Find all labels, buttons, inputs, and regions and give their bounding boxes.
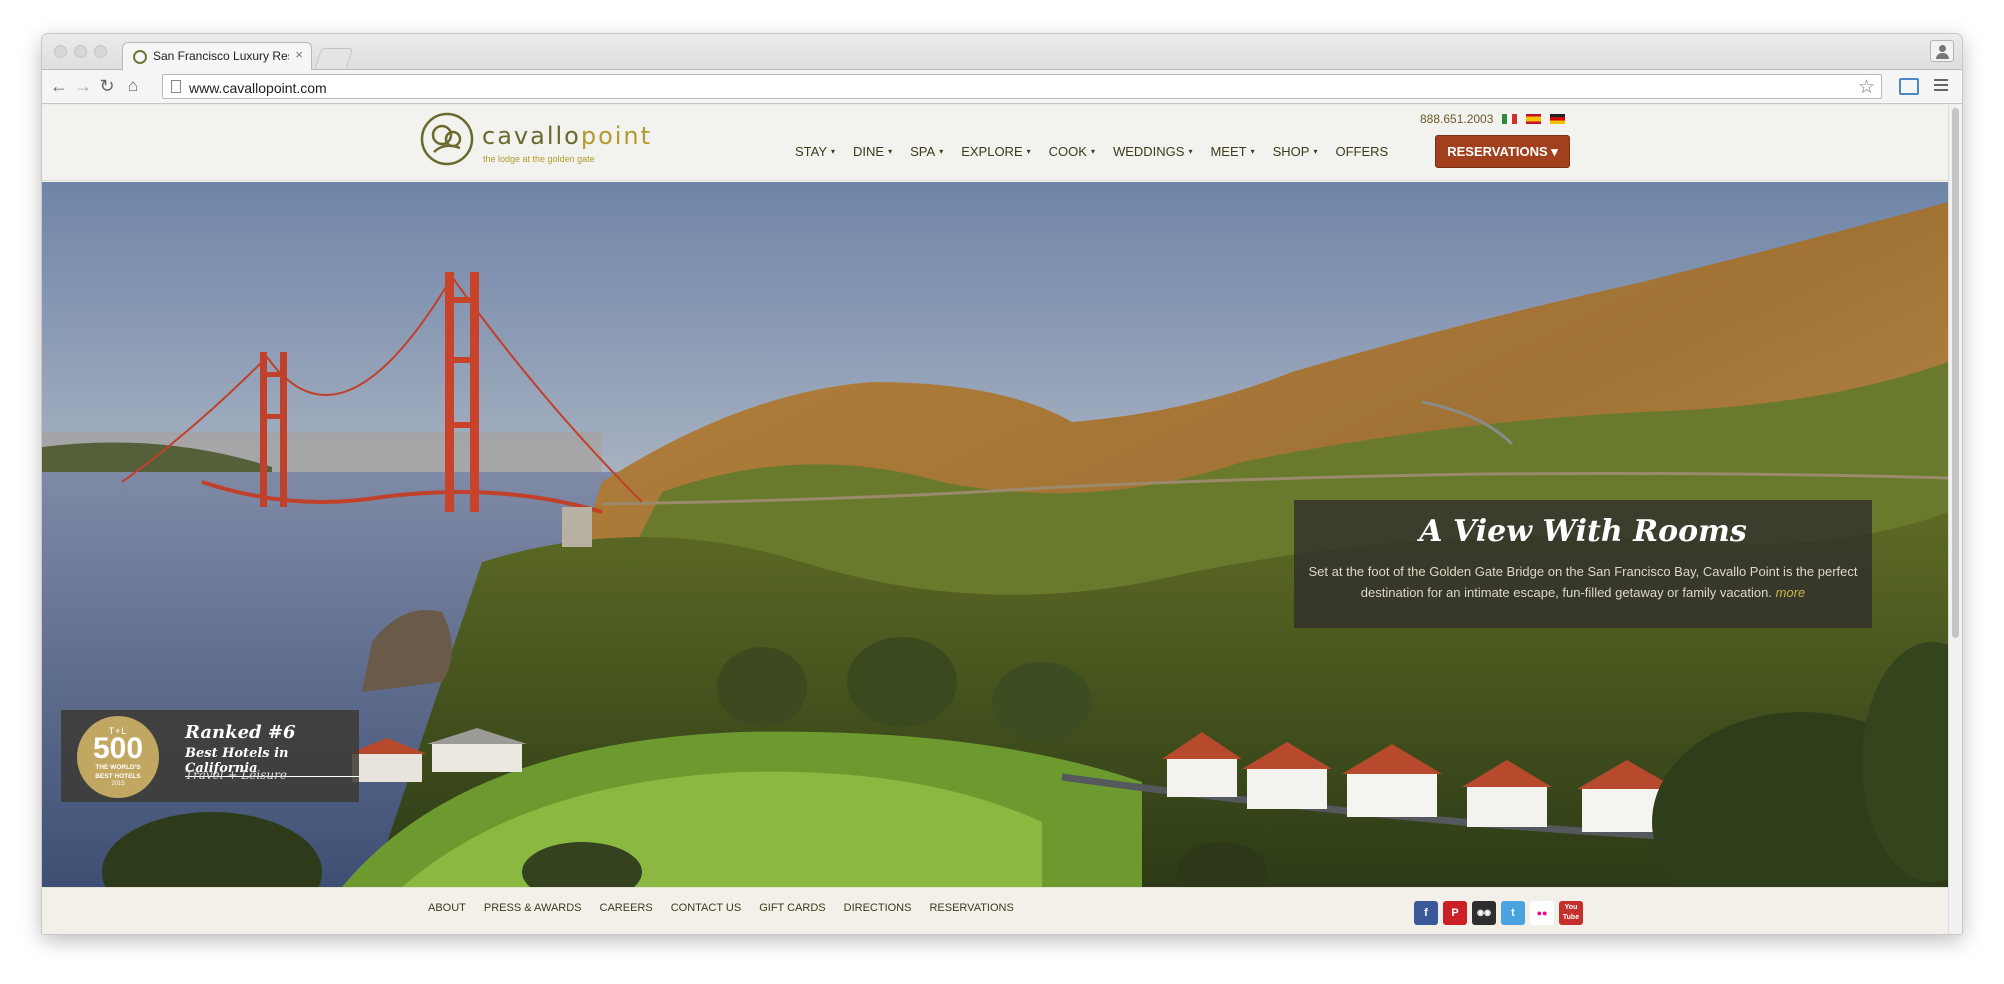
home-icon[interactable]: ⌂ xyxy=(122,75,144,97)
nav-meet[interactable]: MEET ▾ xyxy=(1210,144,1254,159)
flickr-icon[interactable]: ●● xyxy=(1530,901,1554,925)
new-tab-button[interactable] xyxy=(314,48,354,68)
scrollbar-thumb[interactable] xyxy=(1952,108,1959,638)
browser-window: San Francisco Luxury Reso × ← → ↻ ⌂ www.… xyxy=(42,34,1962,934)
close-window-icon[interactable] xyxy=(54,45,67,58)
nav-explore[interactable]: EXPLORE ▾ xyxy=(961,144,1030,159)
site-header: cavallopoint the lodge at the golden gat… xyxy=(42,105,1948,181)
caption-more-link[interactable]: more xyxy=(1776,585,1806,600)
footer-link-gift-cards[interactable]: GIFT CARDS xyxy=(759,902,825,914)
youtube-icon[interactable]: You Tube xyxy=(1559,901,1583,925)
tripadvisor-icon[interactable]: ◉◉ xyxy=(1472,901,1496,925)
twitter-icon[interactable]: t xyxy=(1501,901,1525,925)
nav-offers[interactable]: OFFERS xyxy=(1335,144,1388,159)
footer-link-directions[interactable]: DIRECTIONS xyxy=(844,902,912,914)
nav-cook[interactable]: COOK ▾ xyxy=(1049,144,1095,159)
flag-germany-icon[interactable] xyxy=(1550,114,1565,124)
url-text: www.cavallopoint.com xyxy=(189,80,327,96)
page-icon xyxy=(171,80,181,93)
logo-tagline: the lodge at the golden gate xyxy=(483,154,595,164)
caret-down-icon: ▾ xyxy=(1026,146,1031,156)
footer-link-reservations[interactable]: RESERVATIONS xyxy=(929,902,1013,914)
nav-stay[interactable]: STAY ▾ xyxy=(795,144,835,159)
footer-link-press-awards[interactable]: PRESS & AWARDS xyxy=(484,902,582,914)
minimize-window-icon[interactable] xyxy=(74,45,87,58)
caret-down-icon: ▾ xyxy=(939,146,944,156)
facebook-icon[interactable]: f xyxy=(1414,901,1438,925)
hero-caption: A View With Rooms Set at the foot of the… xyxy=(1294,500,1872,628)
menu-icon[interactable] xyxy=(1934,79,1948,93)
caption-title: A View With Rooms xyxy=(1419,514,1747,549)
tl500-seal-icon: T+L 500 THE WORLD'S BEST HOTELS 2015 xyxy=(77,716,159,798)
phone-number[interactable]: 888.651.2003 xyxy=(1420,112,1493,126)
page-viewport: cavallopoint the lodge at the golden gat… xyxy=(42,105,1962,934)
caret-down-icon: ▾ xyxy=(1250,146,1255,156)
main-nav: STAY ▾ DINE ▾ SPA ▾ EXPLORE ▾ COOK ▾ WEDDINGS… xyxy=(795,136,1406,166)
cavallo-favicon-icon xyxy=(133,50,147,64)
profile-icon[interactable] xyxy=(1930,40,1954,62)
caret-down-icon: ▾ xyxy=(1313,146,1318,156)
logo-cavallo: cavallo xyxy=(482,122,581,150)
reservations-button[interactable]: RESERVATIONS ▾ xyxy=(1435,135,1570,168)
site-footer: ABOUT PRESS & AWARDS CAREERS CONTACT US … xyxy=(42,887,1948,934)
flag-spain-icon[interactable] xyxy=(1526,114,1541,124)
nav-spa[interactable]: SPA ▾ xyxy=(910,144,943,159)
pinterest-icon[interactable]: P xyxy=(1443,901,1467,925)
page-scrollbar[interactable] xyxy=(1948,105,1962,934)
award-badge[interactable]: T+L 500 THE WORLD'S BEST HOTELS 2015 Ran… xyxy=(61,710,359,802)
forward-icon[interactable]: → xyxy=(72,75,94,97)
browser-tab[interactable]: San Francisco Luxury Reso × xyxy=(122,42,312,70)
tab-strip: San Francisco Luxury Reso × xyxy=(42,34,1962,70)
seal-year: 2015 xyxy=(111,781,125,787)
footer-links: ABOUT PRESS & AWARDS CAREERS CONTACT US … xyxy=(428,902,1032,914)
cast-icon[interactable] xyxy=(1899,78,1919,95)
back-icon[interactable]: ← xyxy=(48,75,70,97)
bookmark-star-icon[interactable]: ☆ xyxy=(1858,76,1875,99)
maximize-window-icon[interactable] xyxy=(94,45,107,58)
footer-link-about[interactable]: ABOUT xyxy=(428,902,466,914)
reload-icon[interactable]: ↻ xyxy=(96,75,118,97)
seal-line1: THE WORLD'S xyxy=(95,764,141,771)
caret-down-icon: ▾ xyxy=(1188,146,1193,156)
award-source: Travel + Leisure xyxy=(185,768,287,782)
footer-link-contact-us[interactable]: CONTACT US xyxy=(671,902,742,914)
caret-down-icon: ▾ xyxy=(1090,146,1095,156)
logo-wordmark[interactable]: cavallopoint xyxy=(482,122,652,150)
tab-close-icon[interactable]: × xyxy=(295,47,303,62)
nav-weddings[interactable]: WEDDINGS ▾ xyxy=(1113,144,1193,159)
caption-text: Set at the foot of the Golden Gate Bridg… xyxy=(1308,564,1858,600)
browser-toolbar: ← → ↻ ⌂ www.cavallopoint.com ☆ xyxy=(42,70,1962,104)
footer-link-careers[interactable]: CAREERS xyxy=(600,902,653,914)
nav-dine[interactable]: DINE ▾ xyxy=(853,144,892,159)
tab-title: San Francisco Luxury Reso xyxy=(153,49,289,63)
caret-down-icon: ▾ xyxy=(888,146,893,156)
seal-number: 500 xyxy=(92,732,144,765)
cavallo-logo-icon[interactable] xyxy=(420,112,474,166)
seal-line2: BEST HOTELS xyxy=(95,773,141,780)
flag-italy-icon[interactable] xyxy=(1502,114,1517,124)
caret-down-icon: ▾ xyxy=(831,146,836,156)
address-bar[interactable]: www.cavallopoint.com ☆ xyxy=(162,74,1882,99)
award-rank: Ranked #6 xyxy=(185,722,296,743)
logo-point: point xyxy=(580,122,653,150)
nav-shop[interactable]: SHOP ▾ xyxy=(1273,144,1318,159)
hero-image: A View With Rooms Set at the foot of the… xyxy=(42,182,1948,887)
